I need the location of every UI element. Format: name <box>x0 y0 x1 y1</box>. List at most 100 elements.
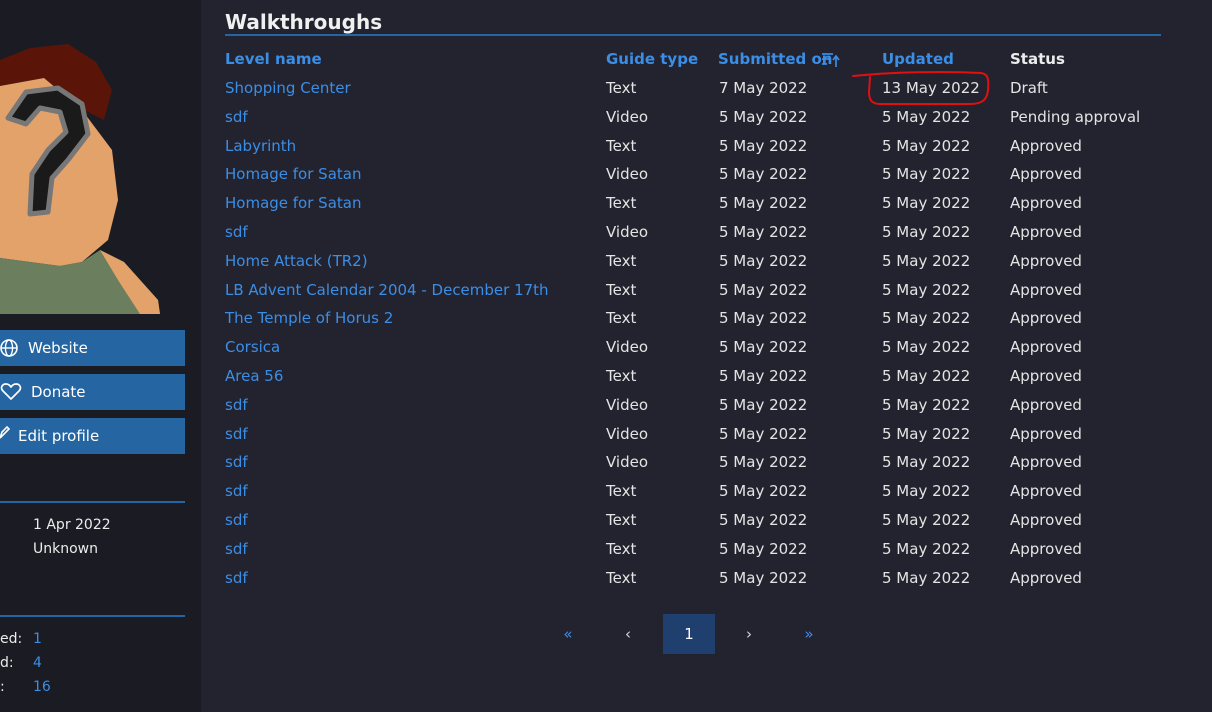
status-cell: Approved <box>1010 395 1082 414</box>
globe-icon <box>0 339 18 357</box>
updated-date-cell: 5 May 2022 <box>882 107 971 126</box>
stat-value-link[interactable]: 16 <box>33 678 51 696</box>
level-name-link[interactable]: sdf <box>225 222 248 242</box>
submitted-date-cell: 5 May 2022 <box>719 194 808 213</box>
profile-sidebar: Website Donate Edit profile 1 Apr 2022 U… <box>0 0 201 712</box>
table-row: sdf Video 5 May 2022 5 May 2022 Pending appr… <box>225 107 1161 136</box>
column-header-level-name[interactable]: Level name <box>225 49 322 69</box>
level-name-link[interactable]: Labyrinth <box>225 136 296 156</box>
guide-type-cell: Text <box>606 568 637 587</box>
level-name-link[interactable]: sdf <box>225 568 248 588</box>
guide-type-cell: Text <box>606 251 637 270</box>
column-header-status: Status <box>1010 50 1065 68</box>
pagination-current-page[interactable]: 1 <box>663 614 715 654</box>
level-name-link[interactable]: sdf <box>225 424 248 444</box>
stat-label: : <box>0 679 5 695</box>
updated-date-cell: 5 May 2022 <box>882 482 971 501</box>
sidebar-divider <box>0 615 185 617</box>
guide-type-cell: Text <box>606 194 637 213</box>
unknown-person-avatar <box>0 44 160 314</box>
submitted-date-cell: 5 May 2022 <box>719 482 808 501</box>
table-row: sdf Video 5 May 2022 5 May 2022 Approved <box>225 395 1161 424</box>
submitted-date-cell: 5 May 2022 <box>719 453 808 472</box>
section-title: Walkthroughs <box>225 10 383 34</box>
level-name-link[interactable]: Home Attack (TR2) <box>225 251 368 271</box>
guide-type-cell: Video <box>606 453 649 472</box>
column-header-guide-type[interactable]: Guide type <box>606 49 698 69</box>
table-row: Home Attack (TR2) Text 5 May 2022 5 May 202… <box>225 251 1161 280</box>
guide-type-cell: Text <box>606 79 637 97</box>
pagination-first[interactable]: « <box>542 614 594 654</box>
submitted-date-cell: 5 May 2022 <box>719 568 808 587</box>
table-row: Labyrinth Text 5 May 2022 5 May 2022 Approve… <box>225 136 1161 165</box>
updated-date-cell: 5 May 2022 <box>882 539 971 558</box>
stat-value-link[interactable]: 4 <box>33 654 42 672</box>
title-underline <box>225 34 1161 36</box>
pagination-last[interactable]: » <box>783 614 835 654</box>
submitted-date-cell: 5 May 2022 <box>719 136 808 155</box>
submitted-date-cell: 5 May 2022 <box>719 107 808 126</box>
status-cell: Approved <box>1010 251 1082 270</box>
website-button[interactable]: Website <box>0 330 185 366</box>
level-name-link[interactable]: sdf <box>225 395 248 415</box>
hand-drawn-highlight <box>852 71 990 105</box>
stat-value-link[interactable]: 1 <box>33 630 42 648</box>
level-name-link[interactable]: Homage for Satan <box>225 193 361 213</box>
level-name-link[interactable]: sdf <box>225 107 248 127</box>
donate-button[interactable]: Donate <box>0 374 185 410</box>
status-cell: Approved <box>1010 338 1082 357</box>
updated-date-cell: 5 May 2022 <box>882 251 971 270</box>
status-cell: Approved <box>1010 194 1082 213</box>
updated-date-cell: 5 May 2022 <box>882 568 971 587</box>
column-header-updated[interactable]: Updated <box>882 49 954 69</box>
submitted-date-cell: 5 May 2022 <box>719 309 808 328</box>
guide-type-cell: Text <box>606 367 637 385</box>
level-name-link[interactable]: Shopping Center <box>225 78 351 98</box>
status-cell: Approved <box>1010 482 1082 501</box>
pagination-next[interactable]: › <box>723 614 775 654</box>
submitted-date-cell: 5 May 2022 <box>719 539 808 558</box>
joined-date: 1 Apr 2022 <box>33 517 111 533</box>
submitted-date-cell: 7 May 2022 <box>719 79 808 97</box>
level-name-link[interactable]: Homage for Satan <box>225 164 361 184</box>
status-cell: Approved <box>1010 223 1082 241</box>
status-cell: Approved <box>1010 309 1082 328</box>
level-name-link[interactable]: The Temple of Horus 2 <box>225 308 393 328</box>
sort-ascending-icon[interactable] <box>821 52 841 68</box>
table-row: Shopping Center Text 7 May 2022 13 May 2022… <box>225 78 1161 107</box>
level-name-link[interactable]: sdf <box>225 539 248 559</box>
guide-type-cell: Video <box>606 424 649 443</box>
guide-type-cell: Video <box>606 223 649 241</box>
table-row: sdf Text 5 May 2022 5 May 2022 Approved <box>225 481 1161 510</box>
updated-date-cell: 5 May 2022 <box>882 338 971 357</box>
guide-type-cell: Text <box>606 309 637 328</box>
submitted-date-cell: 5 May 2022 <box>719 338 808 357</box>
status-cell: Approved <box>1010 165 1082 184</box>
level-name-link[interactable]: sdf <box>225 481 248 501</box>
submitted-date-cell: 5 May 2022 <box>719 223 808 241</box>
table-row: sdf Video 5 May 2022 5 May 2022 Approved <box>225 424 1161 453</box>
guide-type-cell: Text <box>606 511 637 529</box>
stat-label: ed: <box>0 631 23 647</box>
column-header-submitted-on[interactable]: Submitted on <box>718 49 832 69</box>
status-cell: Approved <box>1010 424 1082 443</box>
stat-label: d: <box>0 655 14 671</box>
level-name-link[interactable]: Corsica <box>225 337 280 357</box>
level-name-link[interactable]: sdf <box>225 452 248 472</box>
walkthroughs-panel: Walkthroughs Level name Guide type Submi… <box>201 0 1212 712</box>
table-row: LB Advent Calendar 2004 - December 17th T… <box>225 280 1161 309</box>
status-cell: Approved <box>1010 539 1082 558</box>
edit-profile-button-label: Edit profile <box>18 427 100 445</box>
level-name-link[interactable]: Area 56 <box>225 366 283 386</box>
updated-date-cell: 5 May 2022 <box>882 136 971 155</box>
edit-profile-button[interactable]: Edit profile <box>0 418 185 454</box>
level-name-link[interactable]: LB Advent Calendar 2004 - December 17th <box>225 280 549 300</box>
updated-date-cell: 5 May 2022 <box>882 453 971 472</box>
table-row: sdf Text 5 May 2022 5 May 2022 Approved <box>225 568 1161 597</box>
updated-date-cell: 5 May 2022 <box>882 194 971 213</box>
status-cell: Approved <box>1010 367 1082 385</box>
pagination-prev[interactable]: ‹ <box>602 614 654 654</box>
submitted-date-cell: 5 May 2022 <box>719 367 808 385</box>
status-cell: Pending approval <box>1010 107 1141 126</box>
level-name-link[interactable]: sdf <box>225 510 248 530</box>
